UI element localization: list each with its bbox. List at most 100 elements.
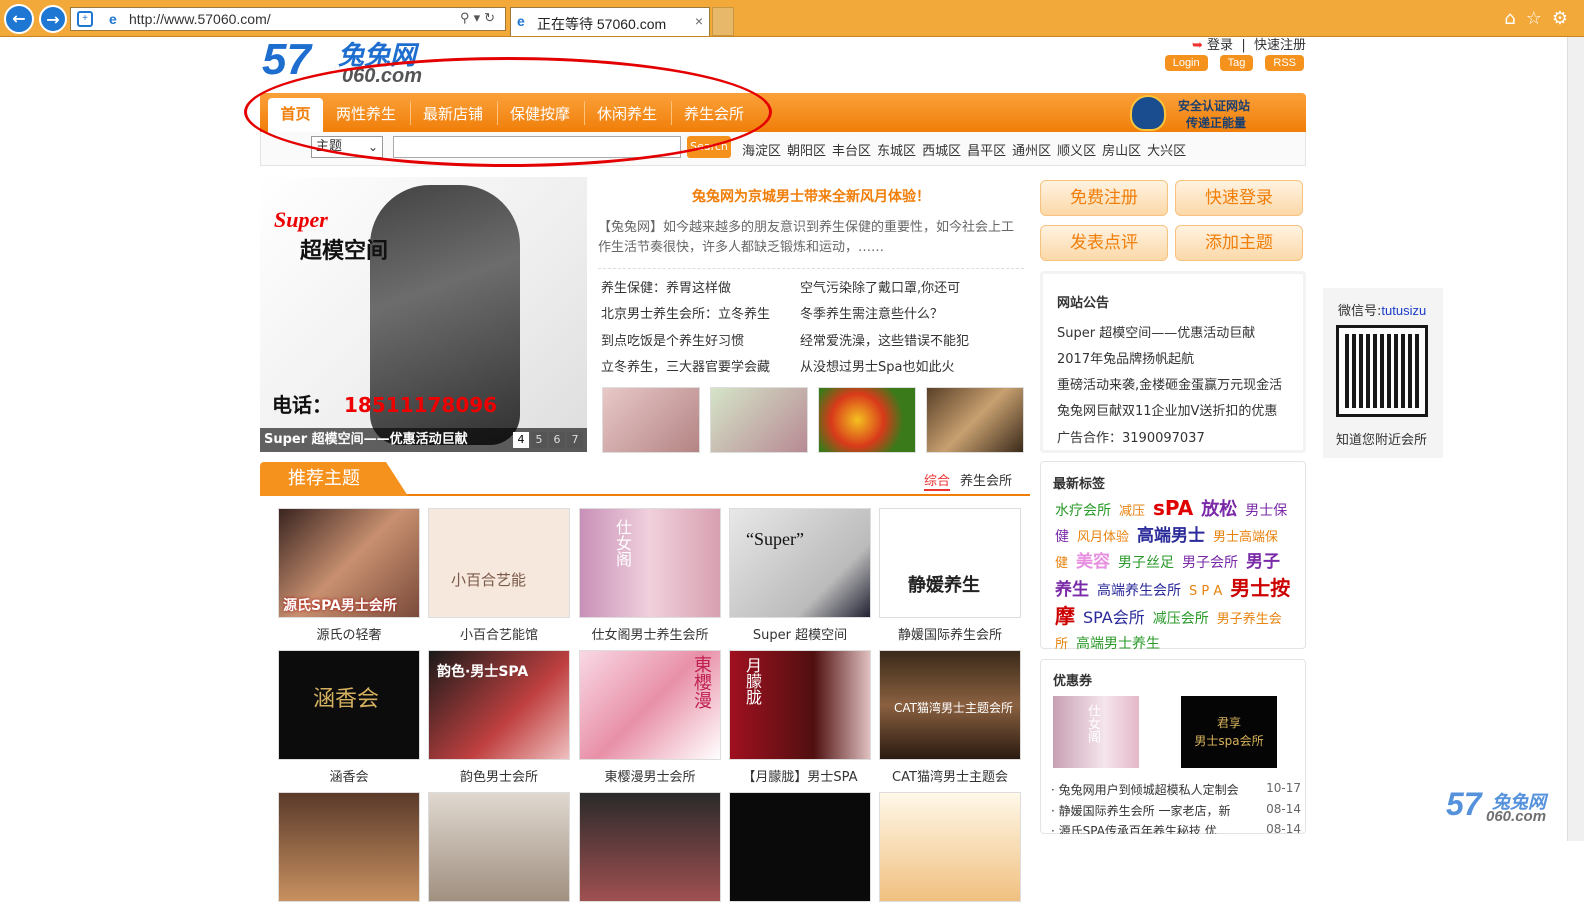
tab-title: 正在等待 57060.com (537, 16, 667, 32)
district-link[interactable]: 昌平区 (967, 144, 1006, 159)
topic-card[interactable]: 東櫻漫 東樱漫男士会所 (579, 650, 721, 785)
news-thumb[interactable] (926, 387, 1024, 453)
image-text: 仕女阁 (1085, 704, 1100, 743)
search-type-select[interactable]: 主题 ⌄ (311, 136, 383, 158)
district-link[interactable]: 丰台区 (832, 144, 871, 159)
district-link[interactable]: 西城区 (922, 144, 961, 159)
browser-tab[interactable]: e 正在等待 57060.com × (510, 7, 710, 36)
tab-clubs[interactable]: 养生会所 (960, 470, 1012, 489)
notice-link[interactable]: Super 超模空间——优惠活动巨献 (1057, 322, 1255, 341)
back-icon[interactable]: ← (4, 4, 34, 34)
topic-card[interactable] (729, 792, 871, 902)
tab-all[interactable]: 综合 (924, 470, 951, 491)
nav-item-shops[interactable]: 最新店铺 (423, 103, 483, 124)
news-link[interactable]: 养生保健：养胃这样做 (601, 277, 731, 296)
news-link[interactable]: 到点吃饭是个养生好习惯 (601, 330, 744, 349)
logo-number: 57 (262, 35, 311, 84)
news-link[interactable]: 从没想过男士Spa也如此火 (800, 356, 954, 375)
search-refresh-icon[interactable]: ⚲▾↻ (460, 10, 499, 26)
nav-item-clubs[interactable]: 养生会所 (684, 103, 744, 124)
pager-button[interactable]: 6 (549, 432, 565, 448)
news-headline[interactable]: 兔兔网为京城男士带来全新风月体验！ (598, 186, 1024, 206)
rss-button[interactable]: RSS (1265, 55, 1304, 71)
topic-card[interactable]: 月朦胧 【月朦胧】男士SPA (729, 650, 871, 785)
add-topic-button[interactable]: 添加主题 (1175, 225, 1303, 261)
tag-link[interactable]: S P A (1189, 584, 1222, 599)
coupon-image[interactable]: 仕女阁 (1053, 696, 1139, 768)
news-thumb[interactable] (818, 387, 916, 453)
district-link[interactable]: 东城区 (877, 144, 916, 159)
tag-link[interactable]: SPA会所 (1083, 608, 1145, 627)
nav-item-leisure[interactable]: 休闲养生 (597, 103, 657, 124)
topic-card[interactable] (428, 792, 570, 902)
register-link[interactable]: 快速注册 (1254, 38, 1306, 53)
news-link[interactable]: 空气污染除了戴口罩,你还可 (800, 277, 960, 296)
watermark-domain: 060.com (1486, 808, 1547, 825)
quick-login-button[interactable]: 快速登录 (1175, 180, 1303, 216)
pager-button[interactable]: 4 (513, 432, 529, 448)
coupon-image[interactable]: 君享 男士spa会所 (1181, 696, 1277, 768)
site-logo[interactable]: 57 兔兔网 060.com (262, 35, 452, 87)
news-link[interactable]: 冬季养生需注意些什么？ (800, 303, 943, 322)
notice-link[interactable]: 重磅活动来袭,金楼砸金蛋赢万元现金活 (1057, 374, 1282, 393)
banner-slideshow[interactable]: Super 超模空间 电话： 18511178096 Super 超模空间——优惠… (260, 177, 587, 452)
tag-link[interactable]: 美容 (1076, 552, 1110, 572)
tag-link[interactable]: 男子会所 (1182, 555, 1238, 571)
news-link[interactable]: 立冬养生，三大器官要学会藏 (601, 356, 770, 375)
tag-link[interactable]: 放松 (1201, 499, 1237, 520)
tag-link[interactable]: 减压会所 (1153, 611, 1209, 627)
news-link[interactable]: 北京男士养生会所：立冬养生 (601, 303, 770, 322)
close-icon[interactable]: × (695, 13, 703, 29)
post-review-button[interactable]: 发表点评 (1040, 225, 1168, 261)
pager-button[interactable]: 5 (531, 432, 547, 448)
district-link[interactable]: 通州区 (1012, 144, 1051, 159)
district-link[interactable]: 朝阳区 (787, 144, 826, 159)
news-link[interactable]: 经常爱洗澡，这些错误不能犯 (800, 330, 969, 349)
district-link[interactable]: 顺义区 (1057, 144, 1096, 159)
tag-link[interactable]: 高端养生会所 (1097, 583, 1181, 599)
topic-card[interactable]: 涵香会 涵香会 (278, 650, 420, 785)
coupon-item[interactable]: · 源氏SPA传承百年养生秘技 优 08-14 (1051, 822, 1301, 834)
topic-card[interactable] (278, 792, 420, 902)
tag-link[interactable]: 高端男士 (1137, 526, 1205, 546)
nav-item-health[interactable]: 两性养生 (336, 103, 396, 124)
topic-card[interactable]: CAT猫湾男士主题会所 CAT猫湾男士主题会 (879, 650, 1021, 785)
home-star-gear-icon[interactable]: ⌂☆⚙ (1504, 8, 1578, 29)
tag-link[interactable]: 水疗会所 (1055, 503, 1111, 519)
tag-button[interactable]: Tag (1219, 55, 1254, 71)
search-button[interactable]: Search (687, 136, 731, 158)
coupon-item[interactable]: · 静媛国际养生会所 一家老店，新 08-14 (1051, 802, 1301, 819)
tag-link[interactable]: 男子丝足 (1118, 555, 1174, 571)
topic-card[interactable]: 仕女阁 仕女阁男士养生会所 (579, 508, 721, 643)
nav-item-massage[interactable]: 保健按摩 (510, 103, 570, 124)
address-bar[interactable]: + e http://www.57060.com/ ⚲▾↻ (70, 7, 506, 31)
scrollbar[interactable] (1567, 37, 1584, 841)
district-link[interactable]: 大兴区 (1147, 144, 1186, 159)
topic-card[interactable] (879, 792, 1021, 902)
nav-item-home[interactable]: 首页 (268, 98, 323, 132)
district-link[interactable]: 房山区 (1102, 144, 1141, 159)
login-link[interactable]: 登录 (1207, 38, 1233, 53)
district-link[interactable]: 海淀区 (742, 144, 781, 159)
tag-link[interactable]: 减压 (1119, 504, 1145, 519)
topic-card[interactable]: 小百合艺能 小百合艺能馆 (428, 508, 570, 643)
topic-card[interactable]: 源氏SPA男士会所 源氏の轻奢 (278, 508, 420, 643)
coupon-item[interactable]: · 兔兔网用户到倾城超模私人定制会 10-17 (1051, 781, 1301, 798)
free-register-button[interactable]: 免费注册 (1040, 180, 1168, 216)
notice-link[interactable]: 兔兔网巨献双11企业加V送折扣的优惠 (1057, 400, 1277, 419)
search-input[interactable] (393, 136, 681, 158)
news-thumb[interactable] (710, 387, 808, 453)
news-thumb[interactable] (602, 387, 700, 453)
pager-button[interactable]: 7 (567, 432, 583, 448)
tag-link[interactable]: 高端男士养生 (1076, 636, 1160, 652)
new-tab-button[interactable] (712, 7, 734, 36)
topic-card[interactable]: 韵色·男士SPA 韵色男士会所 (428, 650, 570, 785)
tag-link[interactable]: 风月体验 (1077, 530, 1129, 545)
forward-icon[interactable]: → (39, 5, 67, 33)
tag-link[interactable]: sPA (1153, 496, 1193, 520)
topic-card[interactable]: “Super” Super 超模空间 (729, 508, 871, 643)
topic-card[interactable] (579, 792, 721, 902)
topic-card[interactable]: 静媛养生 静媛国际养生会所 (879, 508, 1021, 643)
login-button[interactable]: Login (1164, 55, 1208, 71)
notice-link[interactable]: 2017年兔品牌扬帆起航 (1057, 348, 1194, 367)
